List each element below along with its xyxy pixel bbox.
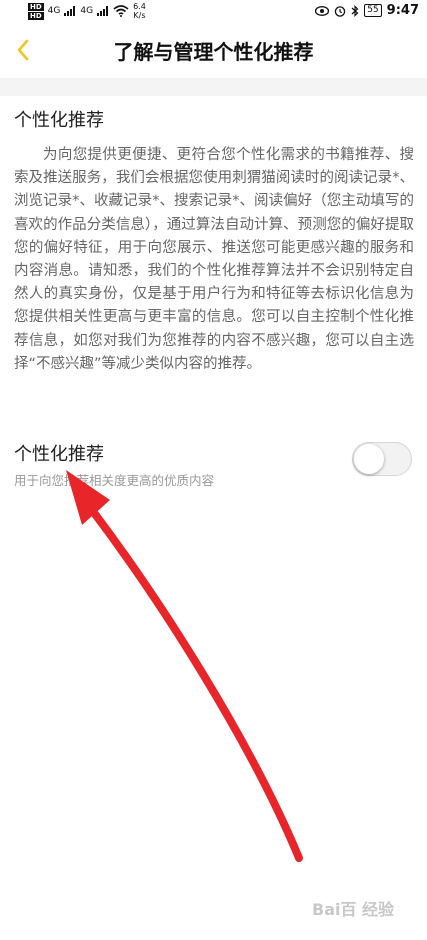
setting-label: 个性化推荐 bbox=[14, 444, 104, 465]
personalized-recommendation-toggle[interactable] bbox=[352, 442, 412, 476]
clock: 9:47 bbox=[386, 3, 419, 18]
hd-indicators: HD HD bbox=[28, 2, 44, 20]
status-bar: HD HD 4G 4G 6.4 K/s 55 9:47 bbox=[0, 0, 427, 22]
signal-label-2: 4G bbox=[80, 6, 94, 16]
personalized-recommendation-setting: 个性化推荐 用于向您推荐相关度更高的优质内容 bbox=[0, 430, 427, 500]
setting-description: 用于向您推荐相关度更高的优质内容 bbox=[14, 473, 215, 488]
speed-unit: K/s bbox=[133, 11, 146, 20]
signal-icon-2 bbox=[97, 6, 109, 16]
hd-badge-top: HD bbox=[28, 2, 44, 11]
battery-indicator: 55 bbox=[364, 4, 382, 17]
page-title: 了解与管理个性化推荐 bbox=[113, 40, 314, 64]
alarm-icon bbox=[334, 5, 346, 17]
eye-icon bbox=[315, 5, 330, 16]
intro-description: 为向您提供更便捷、更符合您个性化需求的书籍推荐、搜索及推送服务，我们会根据您使用… bbox=[14, 147, 414, 372]
signal-label-1: 4G bbox=[47, 6, 61, 16]
watermark: Bai百 经验 bbox=[312, 900, 395, 919]
section-divider bbox=[0, 78, 427, 96]
wifi-icon bbox=[113, 5, 129, 17]
intro-title: 个性化推荐 bbox=[14, 110, 104, 131]
status-bar-left: HD HD 4G 4G 6.4 K/s bbox=[28, 2, 146, 20]
status-bar-right: 55 9:47 bbox=[315, 3, 419, 18]
hd-badge-bottom: HD bbox=[28, 11, 44, 20]
bluetooth-icon bbox=[351, 4, 359, 17]
network-speed: 6.4 K/s bbox=[133, 2, 146, 20]
nav-bar: 了解与管理个性化推荐 bbox=[0, 22, 427, 78]
signal-icon bbox=[64, 6, 76, 16]
toggle-knob bbox=[354, 444, 384, 474]
speed-value: 6.4 bbox=[133, 2, 146, 11]
